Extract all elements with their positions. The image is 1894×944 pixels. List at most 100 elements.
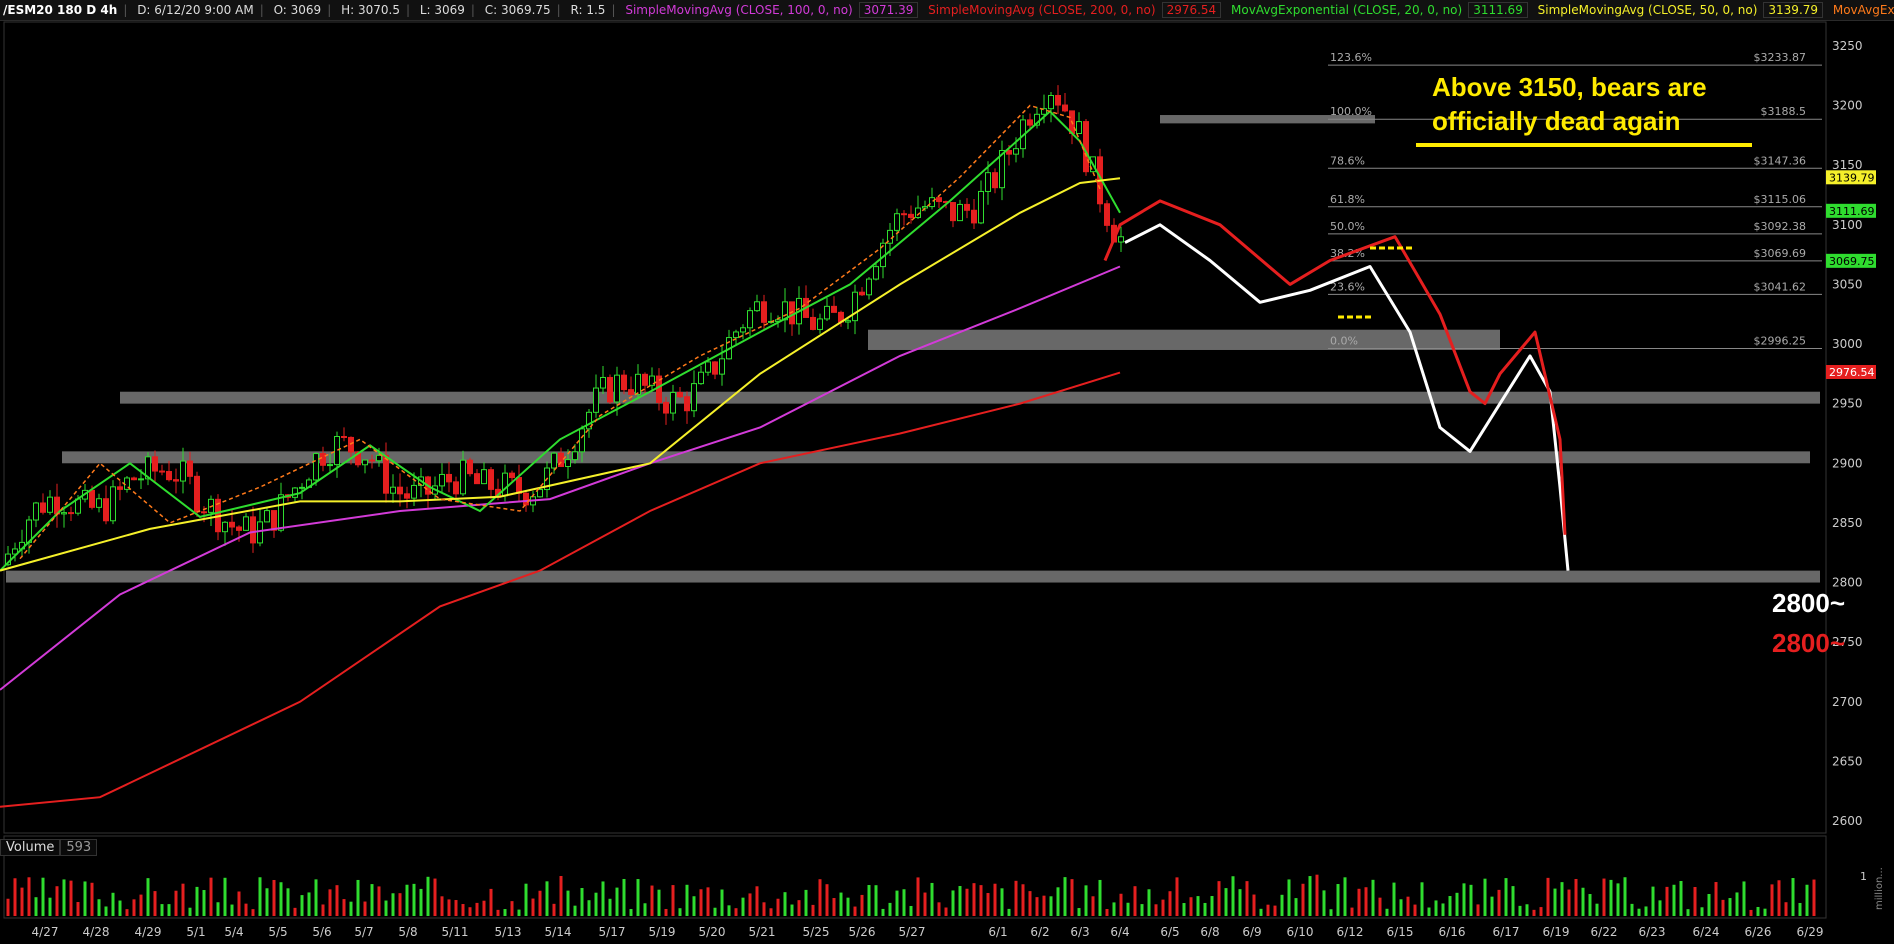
volume-bar — [1616, 883, 1620, 916]
price-chart[interactable]: 123.6% $3233.87100.0% $3188.578.6% $3147.36… — [0, 20, 1894, 944]
volume-bar — [300, 895, 304, 916]
annotation-line-1: Above 3150, bears are — [1432, 72, 1707, 102]
volume-bar — [1490, 896, 1494, 916]
candle-body — [852, 291, 858, 322]
volume-bar — [762, 902, 766, 916]
candle-body — [1118, 236, 1124, 243]
volume-bar — [195, 886, 199, 916]
candle — [243, 513, 249, 531]
volume-bar — [293, 907, 297, 916]
volume-bar — [769, 908, 773, 916]
volume-bar — [349, 901, 353, 916]
volume-bar — [1105, 909, 1109, 916]
indicator-ema20[interactable]: MovAvgExponential (CLOSE, 20, 0, no) — [1231, 3, 1462, 17]
volume-bar — [118, 900, 122, 916]
volume-bar — [1196, 896, 1200, 916]
candle — [194, 471, 200, 517]
volume-bar — [475, 902, 479, 916]
candle — [278, 482, 284, 533]
volume-bar — [972, 883, 976, 916]
indicator-sma200[interactable]: SimpleMovingAvg (CLOSE, 200, 0, no) — [928, 3, 1155, 17]
volume-bar — [1574, 878, 1578, 916]
volume-bar — [944, 907, 948, 916]
candle-body — [537, 489, 543, 498]
target-label-white: 2800~ — [1772, 588, 1846, 618]
candle-body — [271, 510, 277, 531]
volume-bar — [160, 904, 164, 916]
volume-bar — [783, 892, 787, 916]
candle-body — [1062, 104, 1068, 112]
indicator-ema-orange[interactable]: MovAvgExponential (CLOSE... — [1833, 3, 1894, 17]
fib-percent-label: 0.0% — [1330, 334, 1358, 347]
volume-bar — [1028, 891, 1032, 916]
volume-bar — [496, 909, 500, 916]
volume-bar — [671, 885, 675, 916]
candle — [404, 486, 410, 509]
volume-bar — [1497, 889, 1501, 916]
fib-price-label: $3115.06 — [1754, 193, 1807, 206]
ma-line — [0, 177, 1121, 572]
volume-bar — [1392, 882, 1396, 916]
candle-body — [474, 473, 480, 485]
candle — [747, 307, 753, 337]
volume-bar — [741, 897, 745, 916]
volume-bar — [1798, 902, 1802, 916]
volume-bar — [853, 906, 857, 916]
volume-bar — [258, 877, 262, 916]
volume-bar — [937, 902, 941, 916]
volume-bar — [1280, 894, 1284, 916]
volume-bar — [230, 904, 234, 916]
volume-bar — [1224, 888, 1228, 916]
candle — [593, 374, 599, 418]
volume-bar — [1175, 877, 1179, 916]
fib-percent-label: 50.0% — [1330, 220, 1365, 233]
candle-body — [733, 331, 739, 339]
fib-price-label: $2996.25 — [1754, 334, 1807, 347]
volume-bar — [34, 897, 38, 916]
indicator-sma100[interactable]: SimpleMovingAvg (CLOSE, 100, 0, no) — [625, 3, 852, 17]
volume-bar — [398, 893, 402, 916]
candle — [474, 469, 480, 485]
volume-bar — [279, 882, 283, 916]
volume-bar — [1336, 884, 1340, 916]
candle-body — [313, 453, 319, 481]
volume-bar — [104, 906, 108, 916]
volume-bar — [1329, 909, 1333, 916]
candle-body — [509, 472, 515, 479]
volume-bar — [1567, 889, 1571, 916]
volume-bar — [1728, 898, 1732, 916]
candle-body — [194, 475, 200, 513]
candle — [698, 365, 704, 385]
price-axis[interactable]: 2600265027002750280028502900295030003050… — [1832, 39, 1863, 828]
candle-body — [523, 492, 529, 506]
candle-body — [600, 376, 606, 389]
volume-bar — [1602, 878, 1606, 916]
volume-bar — [1805, 884, 1809, 916]
volume-bar — [1231, 876, 1235, 916]
volume-bar — [13, 878, 17, 916]
candle — [712, 361, 718, 380]
symbol-label[interactable]: /ESM20 180 D 4h — [3, 3, 117, 17]
candle-body — [873, 266, 879, 280]
candle-body — [187, 460, 193, 477]
price-tag: 3069.75 — [1826, 253, 1876, 268]
candle — [103, 485, 109, 525]
volume-bar — [1182, 903, 1186, 916]
volume-bar — [1763, 908, 1767, 916]
volume-bar — [97, 899, 101, 916]
volume-bar — [1126, 902, 1130, 916]
chart-header: /ESM20 180 D 4h | D: 6/12/20 9:00 AM | O: … — [0, 0, 1894, 21]
volume-bar — [566, 890, 570, 916]
candle — [656, 368, 662, 411]
volume-bar — [1098, 879, 1102, 916]
candle-body — [642, 373, 648, 386]
time-axis[interactable]: 4/27 4/28 4/29 5/1 5/4 5/5 5/6 5/7 5/8 5/11 5/13 5/… — [32, 925, 1824, 939]
indicator-sma50[interactable]: SimpleMovingAvg (CLOSE, 50, 0, no) — [1538, 3, 1758, 17]
candle-body — [362, 459, 368, 466]
volume-bar — [1413, 904, 1417, 916]
volume-bar — [1700, 907, 1704, 916]
volume-bar — [440, 896, 444, 916]
volume-label-bar: Volume 593 — [0, 838, 98, 858]
fib-percent-label: 23.6% — [1330, 280, 1365, 293]
volume-bar — [1455, 892, 1459, 916]
